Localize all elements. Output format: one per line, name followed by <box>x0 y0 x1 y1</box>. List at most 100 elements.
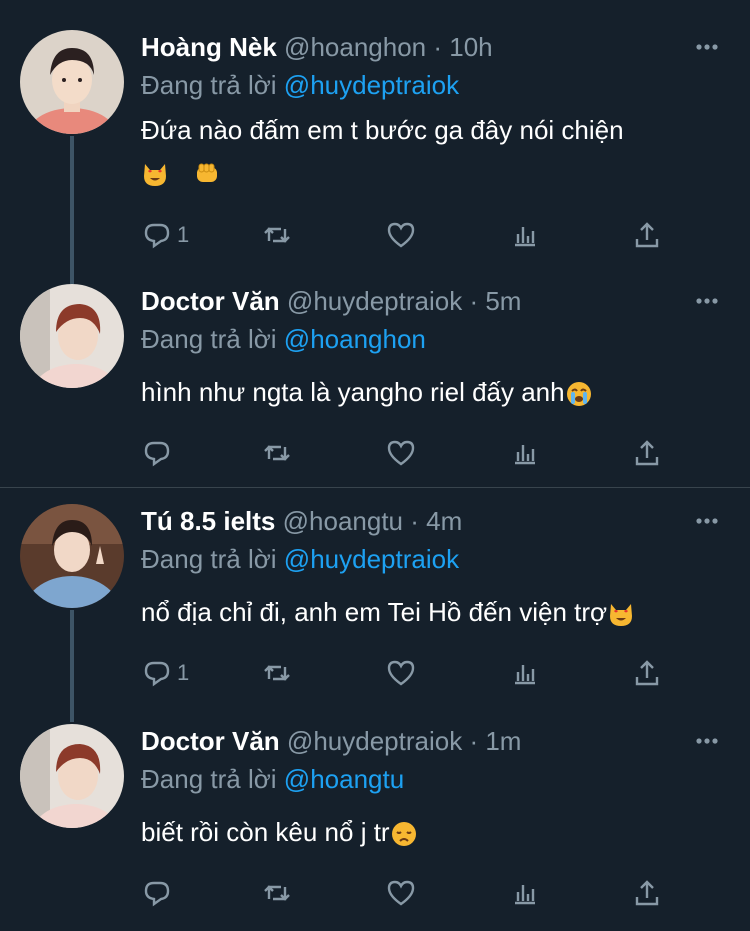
heart-eyes-cat-icon <box>610 604 633 627</box>
reply-button[interactable] <box>141 436 177 470</box>
tweet-body: biết rồi còn kêu nổ j tr <box>141 817 390 847</box>
like-button[interactable] <box>385 656 417 690</box>
heart-eyes-cat-icon <box>144 164 166 187</box>
reply-icon <box>144 661 170 687</box>
timestamp[interactable]: 5m <box>485 286 521 316</box>
avatar[interactable] <box>20 284 124 388</box>
retweet-icon <box>264 885 290 901</box>
analytics-icon <box>515 227 535 247</box>
tweet-actions <box>141 436 681 470</box>
analytics-button[interactable] <box>509 876 541 910</box>
analytics-icon <box>515 665 535 685</box>
reply-icon <box>144 441 170 467</box>
user-handle[interactable]: @hoangtu <box>283 506 403 536</box>
mention-link[interactable]: @hoangtu <box>284 764 404 794</box>
replying-to-label: Đang trả lời <box>141 544 277 574</box>
reply-count: 1 <box>177 660 190 685</box>
replying-to: Đang trả lời @huydeptraiok <box>141 542 459 576</box>
share-icon <box>635 880 659 906</box>
tweet[interactable]: Doctor Văn @huydeptraiok · 5m Đang trả l… <box>0 284 750 484</box>
like-button[interactable] <box>385 218 417 252</box>
tweet-body: nổ địa chỉ đi, anh em Tei Hồ đến viện tr… <box>141 597 608 627</box>
retweet-button[interactable] <box>261 436 293 470</box>
avatar[interactable] <box>20 504 124 608</box>
share-button[interactable] <box>631 436 663 470</box>
analytics-button[interactable] <box>509 656 541 690</box>
tweet-body: hình như ngta là yangho riel đấy anh <box>141 377 565 407</box>
reply-button[interactable]: 1 <box>141 656 189 690</box>
replying-to-label: Đang trả lời <box>141 324 277 354</box>
share-button[interactable] <box>631 218 663 252</box>
user-handle[interactable]: @hoanghon <box>284 32 426 62</box>
display-name[interactable]: Doctor Văn <box>141 726 280 756</box>
display-name[interactable]: Doctor Văn <box>141 286 280 316</box>
heart-icon <box>387 880 415 906</box>
share-icon <box>635 222 659 248</box>
tweet-text: nổ địa chỉ đi, anh em Tei Hồ đến viện tr… <box>141 592 635 632</box>
display-name[interactable]: Hoàng Nèk <box>141 32 277 62</box>
replying-to-label: Đang trả lời <box>141 764 277 794</box>
replying-to: Đang trả lời @hoanghon <box>141 322 426 356</box>
crying-face-icon <box>566 382 591 407</box>
display-name[interactable]: Tú 8.5 ielts <box>141 506 275 536</box>
replying-to-label: Đang trả lời <box>141 70 277 100</box>
more-options-icon[interactable] <box>694 508 720 534</box>
like-button[interactable] <box>385 436 417 470</box>
tweet-text: hình như ngta là yangho riel đấy anh <box>141 372 593 412</box>
tweet-actions: 1 <box>141 218 681 252</box>
mention-link[interactable]: @hoanghon <box>284 324 426 354</box>
thread-divider <box>0 487 750 488</box>
reply-icon <box>144 881 170 907</box>
separator-dot: · <box>433 32 443 62</box>
reply-button[interactable] <box>141 876 177 910</box>
mention-link[interactable]: @huydeptraiok <box>284 70 459 100</box>
retweet-button[interactable] <box>261 218 293 252</box>
share-icon <box>635 660 659 686</box>
share-button[interactable] <box>631 656 663 690</box>
avatar[interactable] <box>20 30 124 134</box>
share-button[interactable] <box>631 876 663 910</box>
timestamp[interactable]: 10h <box>449 32 492 62</box>
analytics-button[interactable] <box>509 218 541 252</box>
share-icon <box>635 440 659 466</box>
like-button[interactable] <box>385 876 417 910</box>
fist-icon <box>197 163 218 183</box>
retweet-button[interactable] <box>261 656 293 690</box>
user-handle[interactable]: @huydeptraiok <box>287 726 462 756</box>
heart-icon <box>387 440 415 466</box>
retweet-icon <box>264 445 290 461</box>
timestamp[interactable]: 1m <box>485 726 521 756</box>
tweet[interactable]: Tú 8.5 ielts @hoangtu · 4m Đang trả lời … <box>0 504 750 704</box>
tweet-actions <box>141 876 681 910</box>
replying-to: Đang trả lời @huydeptraiok <box>141 68 459 102</box>
mention-link[interactable]: @huydeptraiok <box>284 544 459 574</box>
tweet[interactable]: Hoàng Nèk @hoanghon · 10h Đang trả lời @… <box>0 30 750 270</box>
disappointed-face-icon <box>391 822 416 847</box>
tweet-header: Doctor Văn @huydeptraiok · 5m <box>141 284 690 318</box>
separator-dot: · <box>469 286 479 316</box>
reply-count: 1 <box>177 222 190 247</box>
tweet-header: Doctor Văn @huydeptraiok · 1m <box>141 724 690 758</box>
timestamp[interactable]: 4m <box>426 506 462 536</box>
more-options-icon[interactable] <box>694 34 720 60</box>
avatar[interactable] <box>20 724 124 828</box>
separator-dot: · <box>469 726 479 756</box>
tweet-text: Đứa nào đấm em t bước ga đây nói chiện <box>141 110 624 150</box>
retweet-button[interactable] <box>261 876 293 910</box>
more-options-icon[interactable] <box>694 288 720 314</box>
tweet-header: Tú 8.5 ielts @hoangtu · 4m <box>141 504 690 538</box>
user-handle[interactable]: @huydeptraiok <box>287 286 462 316</box>
tweet[interactable]: Doctor Văn @huydeptraiok · 1m Đang trả l… <box>0 724 750 924</box>
tweet-actions: 1 <box>141 656 681 690</box>
reply-icon <box>144 223 170 249</box>
retweet-icon <box>264 227 290 243</box>
analytics-icon <box>515 885 535 905</box>
reply-button[interactable]: 1 <box>141 218 189 252</box>
more-options-icon[interactable] <box>694 728 720 754</box>
tweet-header: Hoàng Nèk @hoanghon · 10h <box>141 30 690 64</box>
tweet-body: Đứa nào đấm em t bước ga đây nói chiện <box>141 115 624 145</box>
heart-icon <box>387 222 415 248</box>
replying-to: Đang trả lời @hoangtu <box>141 762 404 796</box>
analytics-button[interactable] <box>509 436 541 470</box>
retweet-icon <box>264 665 290 681</box>
